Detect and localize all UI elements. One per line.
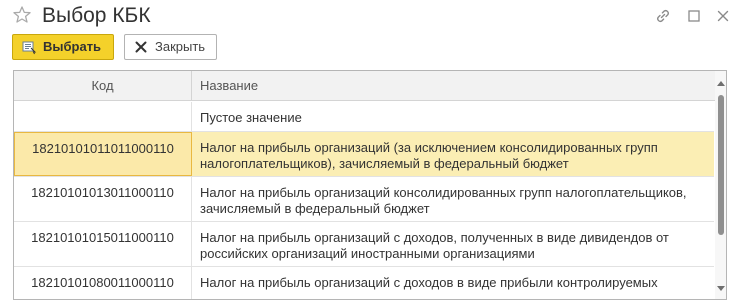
column-header-code[interactable]: Код [14, 71, 192, 101]
table-row[interactable]: Пустое значение [14, 102, 714, 132]
toolbar: Выбрать Закрыть [0, 34, 748, 62]
table-row[interactable]: 18210101080011000110 Налог на прибыль ор… [14, 267, 714, 299]
cell-code: 18210101013011000110 [14, 177, 192, 221]
table-row-selected[interactable]: 18210101011011000110 Налог на прибыль ор… [14, 132, 714, 177]
select-button[interactable]: Выбрать [12, 34, 114, 60]
close-x-icon [135, 41, 147, 53]
table-header: Код Название [14, 71, 726, 101]
close-button[interactable]: Закрыть [124, 34, 217, 60]
cell-name: Налог на прибыль организаций консолидиро… [200, 185, 687, 216]
cell-code [14, 102, 192, 131]
scroll-up-arrow-icon[interactable] [717, 81, 725, 86]
cell-code: 18210101080011000110 [14, 267, 192, 299]
close-button-label: Закрыть [155, 39, 206, 54]
close-icon[interactable] [714, 7, 732, 25]
window-title: Выбор КБК [42, 4, 151, 27]
scrollbar-thumb[interactable] [718, 95, 724, 235]
link-icon[interactable] [654, 7, 672, 25]
cell-code: 18210101015011000110 [14, 222, 192, 266]
cell-name: Пустое значение [200, 110, 302, 125]
maximize-icon[interactable] [685, 7, 703, 25]
cell-name: Налог на прибыль организаций с доходов в… [200, 275, 658, 290]
scroll-down-arrow-icon[interactable] [717, 286, 725, 291]
select-button-label: Выбрать [43, 39, 102, 54]
cell-name: Налог на прибыль организаций с доходов, … [200, 230, 669, 261]
kbk-table: Код Название Пустое значение 18210101011… [13, 70, 727, 300]
table-row[interactable]: 18210101013011000110 Налог на прибыль ор… [14, 177, 714, 222]
select-icon [22, 41, 37, 55]
title-bar: Выбор КБК [0, 0, 748, 32]
cell-code: 18210101011011000110 [14, 132, 192, 176]
table-body: Пустое значение 18210101011011000110 Нал… [14, 102, 714, 299]
star-icon[interactable] [12, 5, 32, 25]
cell-name: Налог на прибыль организаций (за исключе… [200, 140, 658, 171]
table-row[interactable]: 18210101015011000110 Налог на прибыль ор… [14, 222, 714, 267]
vertical-scrollbar[interactable] [715, 71, 726, 299]
column-header-name[interactable]: Название [200, 71, 258, 101]
